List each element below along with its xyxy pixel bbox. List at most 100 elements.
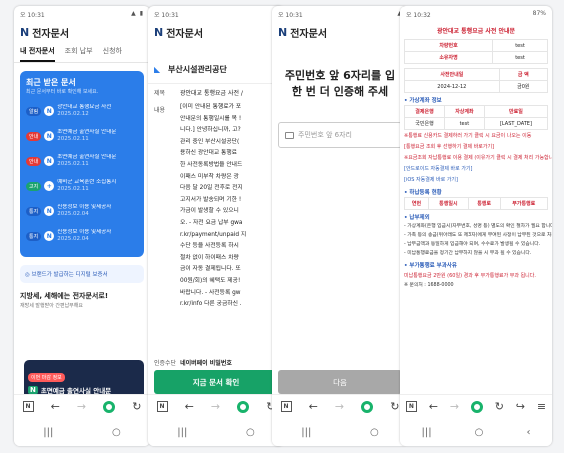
- home-circle-icon[interactable]: ○: [370, 427, 379, 438]
- app-title: 전자문서: [32, 28, 70, 40]
- back-arrow-icon[interactable]: ←: [185, 400, 194, 413]
- green-home-icon[interactable]: [361, 400, 374, 413]
- tab-bar: 내 전자문서 조회 납부 신청하: [14, 42, 150, 63]
- browser-toolbar: N ← → ↻ ↪ ≡: [400, 394, 552, 418]
- status-time: 오 10:32: [406, 12, 431, 19]
- cell-header: 연번: [403, 197, 430, 210]
- note-line: - 가상계좌(은행 입금시)자부번호, 성명 등) 별도의 확인 절차가 필요 …: [404, 224, 552, 229]
- id-card-icon: [285, 131, 294, 139]
- tab-application[interactable]: 신청하: [103, 46, 122, 62]
- browser-toolbar: N ← → ↻: [148, 394, 284, 418]
- recent-doc-item[interactable]: 통지 N 신용정보 이용 및제공사 2025.02.04: [26, 200, 138, 222]
- recent-apps-icon[interactable]: |||: [177, 427, 187, 438]
- naver-home-icon[interactable]: N: [405, 401, 417, 412]
- system-nav-bar: ||| ○: [148, 418, 284, 446]
- doc-title: 초면예금 출연사실 안내문: [57, 154, 117, 160]
- recent-apps-icon[interactable]: |||: [301, 427, 311, 438]
- forward-arrow-icon[interactable]: →: [211, 400, 220, 413]
- ios-autopay-link[interactable]: [iOS 자동결제 바로 가기]: [400, 174, 552, 185]
- doc-text: 신용정보 이용 및제공사 2025.02.04: [57, 229, 111, 243]
- doc-title: 신용정보 이용 및제공사: [57, 229, 112, 235]
- cell-header: 금 액: [498, 68, 549, 81]
- status-time: 오 10:31: [20, 12, 45, 19]
- doc-text: 초면예금 출연사실 안내문 2025.02.11: [57, 154, 116, 168]
- recent-doc-item[interactable]: 안내 N 초면예금 출연사실 안내문 2025.02.11: [26, 150, 138, 172]
- doc-body-line: 가금이 발생할 수 있으니: [180, 208, 239, 215]
- phone-screen-home: 오 10:31 ▲ ▮ N 전자문서 내 전자문서 조회 납부 신청하 최근 받…: [14, 6, 150, 446]
- green-home-icon[interactable]: [237, 400, 250, 413]
- cell-value: [LAST_DATE]: [483, 117, 549, 130]
- next-button[interactable]: 다음: [278, 370, 402, 394]
- system-nav-bar: ||| ○: [14, 418, 150, 446]
- back-arrow-icon[interactable]: ←: [51, 400, 60, 413]
- app-header: N 전자문서: [14, 22, 150, 42]
- naver-home-icon[interactable]: N: [156, 401, 168, 412]
- cell-header: 만료일: [483, 105, 549, 118]
- refresh-icon[interactable]: ↻: [495, 400, 504, 413]
- naver-home-icon[interactable]: N: [22, 401, 34, 412]
- doc-text: 광안대교 통행요금 사전 2025.02.12: [57, 104, 111, 118]
- notice-title: 광안대교 통행요금 사전 안내문: [436, 28, 516, 35]
- forward-arrow-icon[interactable]: →: [450, 400, 459, 413]
- menu-icon[interactable]: ≡: [537, 400, 546, 413]
- phone-screen-document: 오 10:31 ▲ N 전자문서 ◣ 부산시설관리공단 제목 광안대교 통행요금…: [148, 6, 284, 446]
- back-arrow-icon[interactable]: ←: [429, 400, 438, 413]
- auth-prompt-line2: 한 번 더 인증해 주세: [291, 85, 389, 98]
- recent-doc-item[interactable]: 고지 + 예비군 교육훈련 소집통지 2025.02.11: [26, 175, 138, 197]
- system-nav-bar: ||| ○ ‹: [400, 418, 552, 446]
- doc-title: 광안대교 통행요금 사전: [57, 104, 112, 110]
- doc-date: 2025.02.04: [57, 211, 89, 217]
- check-document-button[interactable]: 지금 문서 확인: [154, 370, 278, 394]
- recent-doc-item[interactable]: 안내 N 초면예금 출연사실 안내문 2025.02.11: [26, 125, 138, 147]
- back-chevron-icon[interactable]: ‹: [526, 427, 530, 438]
- cell-header: 통행일시: [428, 197, 469, 210]
- cell-header: 부가통행료: [499, 197, 549, 210]
- doc-date: 2025.02.04: [57, 236, 89, 242]
- doc-body-line: 용하신 광안대교 통행료: [180, 150, 238, 157]
- tab-my-docs[interactable]: 내 전자문서: [20, 46, 55, 62]
- doc-body-line: r.kr/payment/unpaid 지: [180, 231, 247, 238]
- doc-body-line: 한 사전동록방법을 안내드: [180, 161, 243, 168]
- doc-body-line: 절차 없이 하이패스 차량: [180, 254, 239, 261]
- organization-name: 부산시설관리공단: [168, 65, 227, 74]
- home-circle-icon[interactable]: ○: [246, 427, 255, 438]
- cell-value: test: [492, 39, 548, 52]
- note-line: - 미납통행료금을 정기간 납부하지 않을 시 부과 될 수 있습니다.: [404, 251, 532, 256]
- forward-arrow-icon[interactable]: →: [335, 400, 344, 413]
- payment-link[interactable]: [통행요금 조회 후 선행하기 결제 바로가기]: [400, 141, 552, 152]
- auth-method-value: 네이버페이 비밀번호: [180, 360, 232, 367]
- rrn-input-placeholder: 주민번호 앞 6자리: [298, 131, 352, 139]
- back-arrow-icon[interactable]: ←: [309, 400, 318, 413]
- android-autopay-link[interactable]: [안드로이드 자동결제 바로 가기]: [400, 163, 552, 174]
- notification-tag: 이번 마감 정보: [28, 373, 65, 382]
- cell-value: 금0원: [498, 80, 549, 93]
- notice-red-text: ※통행료 신용카드 결제하러 가기 클릭 시 요금이 나오는 이동: [404, 133, 532, 139]
- status-bar: 오 10:31 ▲: [272, 6, 408, 22]
- doc-body-line: 금이 자동 결제됩니다. 또: [180, 266, 241, 273]
- contact-footer: ※ 문의처 : 1688-0000: [404, 283, 454, 288]
- recent-apps-icon[interactable]: |||: [43, 427, 53, 438]
- forward-arrow-icon[interactable]: →: [77, 400, 86, 413]
- cell-header: 결제은행: [404, 105, 445, 118]
- refresh-icon[interactable]: ↻: [132, 400, 141, 413]
- rrn-input-field[interactable]: 주민번호 앞 6자리: [278, 122, 402, 148]
- status-time: 오 10:31: [154, 12, 179, 19]
- brand-banner[interactable]: ◎ 브랜드가 발급하는 디지털 보증서: [20, 265, 144, 283]
- green-home-icon[interactable]: [470, 400, 483, 413]
- doc-body-line: r.kr/info 다른 궁금하신 .: [180, 301, 242, 308]
- refresh-icon[interactable]: ↻: [390, 400, 399, 413]
- green-home-icon[interactable]: [103, 400, 116, 413]
- recent-doc-item[interactable]: 알림 N 광안대교 통행요금 사전 2025.02.12: [26, 100, 138, 122]
- home-circle-icon[interactable]: ○: [112, 427, 121, 438]
- tab-inquiry-payment[interactable]: 조회 납부: [65, 46, 93, 62]
- naver-home-icon[interactable]: N: [280, 401, 292, 412]
- recent-apps-icon[interactable]: |||: [422, 427, 432, 438]
- naver-logo-icon: N: [28, 386, 38, 394]
- doc-text: 예비군 교육훈련 소집통지 2025.02.11: [57, 179, 116, 193]
- status-time: 오 10:31: [278, 12, 303, 19]
- share-icon[interactable]: ↪: [516, 400, 525, 413]
- cell-header: 사전안내일: [404, 68, 500, 81]
- home-circle-icon[interactable]: ○: [475, 427, 484, 438]
- recent-doc-item[interactable]: 통지 N 신용정보 이용 및제공사 2025.02.04: [26, 225, 138, 247]
- phone-screen-notice: 오 10:32 87% 광안대교 통행요금 사전 안내문 차량번호 test 소유…: [400, 6, 552, 446]
